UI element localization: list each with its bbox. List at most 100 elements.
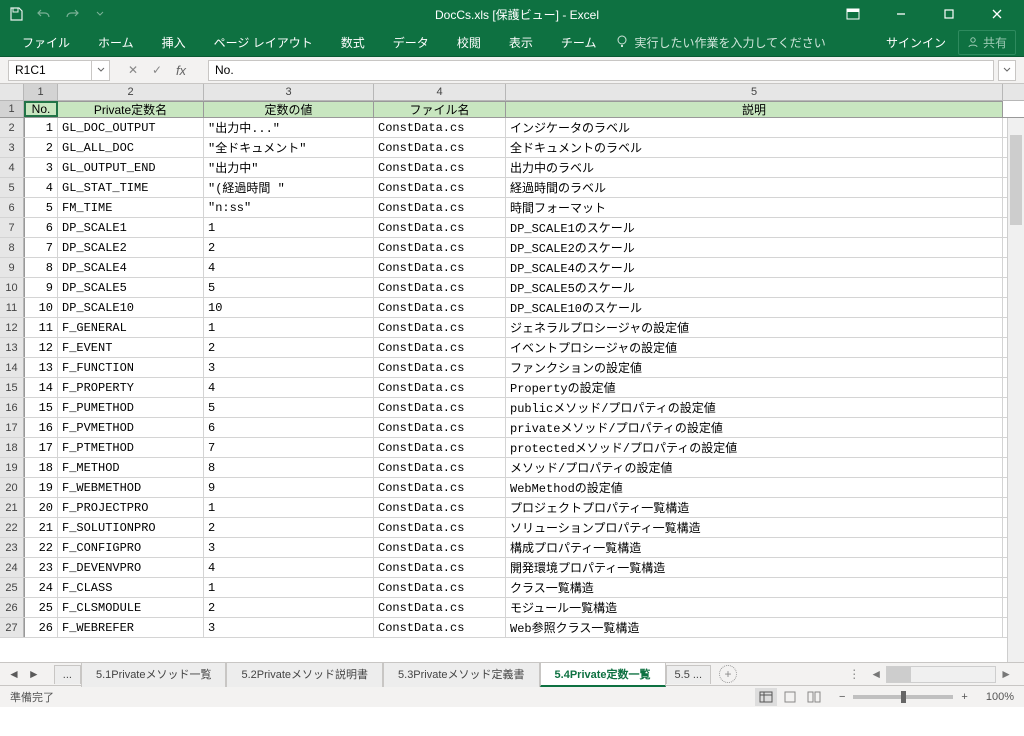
formula-input[interactable]: No. <box>208 60 994 81</box>
data-cell[interactable]: DP_SCALE2のスケール <box>506 238 1003 257</box>
header-cell[interactable]: Private定数名 <box>58 101 204 117</box>
data-cell[interactable]: F_CONFIGPRO <box>58 538 204 557</box>
data-cell[interactable]: 出力中のラベル <box>506 158 1003 177</box>
data-cell[interactable]: F_CLASS <box>58 578 204 597</box>
column-header[interactable]: 5 <box>506 84 1003 100</box>
column-header[interactable]: 3 <box>204 84 374 100</box>
view-page-break-icon[interactable] <box>803 688 825 706</box>
sheet-tab[interactable]: 5.4Private定数一覧 <box>540 662 666 687</box>
data-cell[interactable]: ConstData.cs <box>374 338 506 357</box>
data-cell[interactable]: 経過時間のラベル <box>506 178 1003 197</box>
data-cell[interactable]: 17 <box>24 438 58 457</box>
data-cell[interactable]: 5 <box>24 198 58 217</box>
data-cell[interactable]: WebMethodの設定値 <box>506 478 1003 497</box>
data-cell[interactable]: 11 <box>24 318 58 337</box>
data-cell[interactable]: メソッド/プロパティの設定値 <box>506 458 1003 477</box>
column-header[interactable]: 1 <box>24 84 58 100</box>
data-cell[interactable]: 時間フォーマット <box>506 198 1003 217</box>
view-normal-icon[interactable] <box>755 688 777 706</box>
data-cell[interactable]: ConstData.cs <box>374 158 506 177</box>
zoom-slider[interactable] <box>853 695 953 699</box>
data-cell[interactable]: 9 <box>204 478 374 497</box>
data-cell[interactable]: 1 <box>24 118 58 137</box>
tab-split-icon[interactable]: ⋮ <box>848 667 860 681</box>
row-number[interactable]: 22 <box>0 518 24 537</box>
data-cell[interactable]: 10 <box>24 298 58 317</box>
row-number[interactable]: 16 <box>0 398 24 417</box>
ribbon-tab-data[interactable]: データ <box>379 28 443 57</box>
data-cell[interactable]: クラス一覧構造 <box>506 578 1003 597</box>
data-cell[interactable]: ソリューションプロパティ一覧構造 <box>506 518 1003 537</box>
data-cell[interactable]: ConstData.cs <box>374 438 506 457</box>
data-cell[interactable]: ConstData.cs <box>374 498 506 517</box>
view-page-layout-icon[interactable] <box>779 688 801 706</box>
minimize-button[interactable] <box>878 0 924 28</box>
data-cell[interactable]: ConstData.cs <box>374 278 506 297</box>
data-cell[interactable]: 8 <box>24 258 58 277</box>
data-cell[interactable]: 8 <box>204 458 374 477</box>
data-cell[interactable]: 2 <box>204 338 374 357</box>
zoom-slider-handle[interactable] <box>901 691 906 703</box>
name-box-dropdown[interactable] <box>92 60 110 81</box>
data-cell[interactable]: 2 <box>204 238 374 257</box>
data-cell[interactable]: F_SOLUTIONPRO <box>58 518 204 537</box>
row-number[interactable]: 24 <box>0 558 24 577</box>
data-cell[interactable]: GL_ALL_DOC <box>58 138 204 157</box>
tab-prev-icon[interactable]: ◄ <box>8 667 20 681</box>
column-header[interactable]: 2 <box>58 84 204 100</box>
data-cell[interactable]: DP_SCALE1のスケール <box>506 218 1003 237</box>
data-cell[interactable]: publicメソッド/プロパティの設定値 <box>506 398 1003 417</box>
hscroll-right-icon[interactable]: ► <box>996 667 1016 681</box>
data-cell[interactable]: 18 <box>24 458 58 477</box>
data-cell[interactable]: DP_SCALE1 <box>58 218 204 237</box>
maximize-button[interactable] <box>926 0 972 28</box>
data-cell[interactable]: 9 <box>24 278 58 297</box>
data-cell[interactable]: 22 <box>24 538 58 557</box>
data-cell[interactable]: 4 <box>24 178 58 197</box>
data-cell[interactable]: F_FUNCTION <box>58 358 204 377</box>
add-sheet-button[interactable]: + <box>719 665 737 683</box>
data-cell[interactable]: F_METHOD <box>58 458 204 477</box>
data-cell[interactable]: 開発環境プロパティ一覧構造 <box>506 558 1003 577</box>
enter-formula-icon[interactable]: ✓ <box>146 60 168 81</box>
row-number[interactable]: 2 <box>0 118 24 137</box>
data-cell[interactable]: F_DEVENVPRO <box>58 558 204 577</box>
ribbon-tab-file[interactable]: ファイル <box>8 28 84 57</box>
data-cell[interactable]: 7 <box>204 438 374 457</box>
data-cell[interactable]: "出力中..." <box>204 118 374 137</box>
cancel-formula-icon[interactable]: ✕ <box>122 60 144 81</box>
data-cell[interactable]: 3 <box>24 158 58 177</box>
data-cell[interactable]: ConstData.cs <box>374 358 506 377</box>
header-cell[interactable]: 定数の値 <box>204 101 374 117</box>
data-cell[interactable]: 3 <box>204 358 374 377</box>
row-number[interactable]: 14 <box>0 358 24 377</box>
data-cell[interactable]: 19 <box>24 478 58 497</box>
data-cell[interactable]: ConstData.cs <box>374 298 506 317</box>
data-cell[interactable]: 6 <box>204 418 374 437</box>
data-cell[interactable]: DP_SCALE4のスケール <box>506 258 1003 277</box>
data-cell[interactable]: インジケータのラベル <box>506 118 1003 137</box>
sheet-tab-next-partial[interactable]: 5.5 ... <box>666 665 712 684</box>
data-cell[interactable]: "全ドキュメント" <box>204 138 374 157</box>
data-cell[interactable]: 12 <box>24 338 58 357</box>
hscroll-left-icon[interactable]: ◄ <box>866 667 886 681</box>
row-number[interactable]: 1 <box>0 101 24 117</box>
data-cell[interactable]: "出力中" <box>204 158 374 177</box>
row-number[interactable]: 27 <box>0 618 24 637</box>
row-number[interactable]: 20 <box>0 478 24 497</box>
data-cell[interactable]: F_WEBREFER <box>58 618 204 637</box>
data-cell[interactable]: ConstData.cs <box>374 258 506 277</box>
fx-icon[interactable]: fx <box>170 60 192 81</box>
data-cell[interactable]: ConstData.cs <box>374 238 506 257</box>
data-cell[interactable]: 16 <box>24 418 58 437</box>
row-number[interactable]: 26 <box>0 598 24 617</box>
data-cell[interactable]: DP_SCALE10のスケール <box>506 298 1003 317</box>
data-cell[interactable]: 1 <box>204 318 374 337</box>
data-cell[interactable]: 5 <box>204 278 374 297</box>
data-cell[interactable]: 2 <box>204 598 374 617</box>
ribbon-tab-view[interactable]: 表示 <box>495 28 547 57</box>
ribbon-tab-home[interactable]: ホーム <box>84 28 148 57</box>
data-cell[interactable]: 26 <box>24 618 58 637</box>
data-cell[interactable]: ConstData.cs <box>374 518 506 537</box>
sheet-tab[interactable]: 5.3Privateメソッド定義書 <box>383 662 540 687</box>
